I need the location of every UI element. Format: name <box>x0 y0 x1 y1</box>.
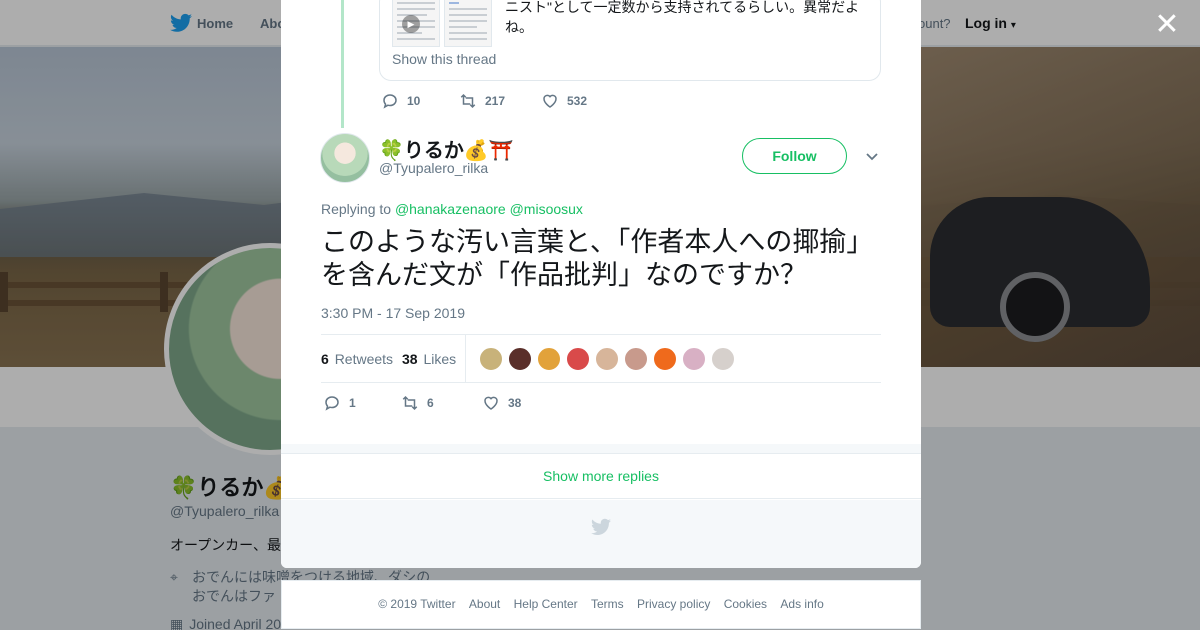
play-icon: ▶ <box>402 15 420 33</box>
footer-link-cookies[interactable]: Cookies <box>724 597 767 611</box>
media-thumbnail[interactable] <box>444 0 492 47</box>
mention-link[interactable]: @hanakazenaore <box>395 201 506 217</box>
tweet-text: このような汚い言葉と、「作者本人への揶揄」を含んだ文が「作品批判」なのですか？ <box>321 227 874 290</box>
retweets-stat-label: Retweets <box>334 351 394 367</box>
show-more-replies-button[interactable]: Show more replies <box>281 455 921 499</box>
liker-avatar[interactable] <box>711 347 735 371</box>
mention-link[interactable]: @misoosux <box>510 201 583 217</box>
tweet-timestamp[interactable]: 3:30 PM - 17 Sep 2019 <box>321 305 465 321</box>
footer-link-privacy[interactable]: Privacy policy <box>637 597 710 611</box>
reply-count: 10 <box>407 94 421 108</box>
liker-avatar[interactable] <box>479 347 503 371</box>
replying-to: Replying to @hanakazenaore @misoosux <box>321 201 583 217</box>
footer-copyright: © 2019 Twitter <box>378 597 456 611</box>
tweet-modal: ▶ ニスト"として一定数から支持されてるらしい。異常だよね。 Show this… <box>281 0 921 568</box>
retweets-stat[interactable]: 6 Retweets <box>321 351 393 367</box>
heart-icon <box>484 396 498 410</box>
liker-avatar[interactable] <box>682 347 706 371</box>
replying-prefix: Replying to <box>321 201 392 217</box>
reply-count: 1 <box>349 396 356 410</box>
author-avatar[interactable] <box>320 133 370 183</box>
retweets-stat-count: 6 <box>321 351 329 367</box>
retweet-count: 6 <box>427 396 434 410</box>
like-count: 532 <box>567 94 588 108</box>
footer-link-terms[interactable]: Terms <box>591 597 624 611</box>
close-icon[interactable]: ✕ <box>1154 10 1180 40</box>
footer-link-help-center[interactable]: Help Center <box>514 597 578 611</box>
like-count: 38 <box>508 396 522 410</box>
quoted-tweet-text: ニスト"として一定数から支持されてるらしい。異常だよね。 <box>505 0 860 35</box>
liker-avatar[interactable] <box>653 347 677 371</box>
tweet-stats: 6 Retweets 38 Likes <box>321 334 881 383</box>
section-gap <box>281 444 921 454</box>
thread-connector-line <box>341 0 344 128</box>
show-thread-link[interactable]: Show this thread <box>392 51 496 67</box>
chevron-down-icon[interactable] <box>864 148 880 164</box>
twitter-bird-icon <box>591 518 611 535</box>
footer-link-ads-info[interactable]: Ads info <box>780 597 823 611</box>
like-button[interactable]: 38 <box>482 394 521 412</box>
reply-button[interactable]: 1 <box>323 394 356 412</box>
retweet-button[interactable]: 6 <box>401 394 434 412</box>
liker-avatar[interactable] <box>624 347 648 371</box>
retweet-icon <box>460 93 476 109</box>
retweet-button[interactable]: 217 <box>459 92 505 110</box>
footer-link-about[interactable]: About <box>469 597 500 611</box>
liker-avatar[interactable] <box>537 347 561 371</box>
page-footer: © 2019 Twitter About Help Center Terms P… <box>281 580 921 629</box>
retweet-count: 217 <box>485 94 506 108</box>
stats-divider <box>465 335 466 383</box>
likes-stat-label: Likes <box>423 351 457 367</box>
heart-icon <box>543 94 557 108</box>
liker-avatar[interactable] <box>566 347 590 371</box>
reply-icon <box>325 396 339 411</box>
reply-icon <box>383 94 397 109</box>
like-button[interactable]: 532 <box>541 92 587 110</box>
author-name[interactable]: 🍀りるか💰⛩️ <box>379 134 514 163</box>
likes-stat[interactable]: 38 Likes <box>402 351 456 367</box>
retweet-icon <box>402 395 418 411</box>
liker-avatar[interactable] <box>595 347 619 371</box>
reply-button[interactable]: 10 <box>381 92 420 110</box>
liker-avatar[interactable] <box>508 347 532 371</box>
author-handle[interactable]: @Tyupalero_rilka <box>379 160 488 176</box>
follow-button[interactable]: Follow <box>742 138 847 174</box>
likes-stat-count: 38 <box>402 351 418 367</box>
modal-footer <box>281 500 921 568</box>
quoted-tweet-card[interactable]: ▶ ニスト"として一定数から支持されてるらしい。異常だよね。 Show this… <box>379 0 881 81</box>
